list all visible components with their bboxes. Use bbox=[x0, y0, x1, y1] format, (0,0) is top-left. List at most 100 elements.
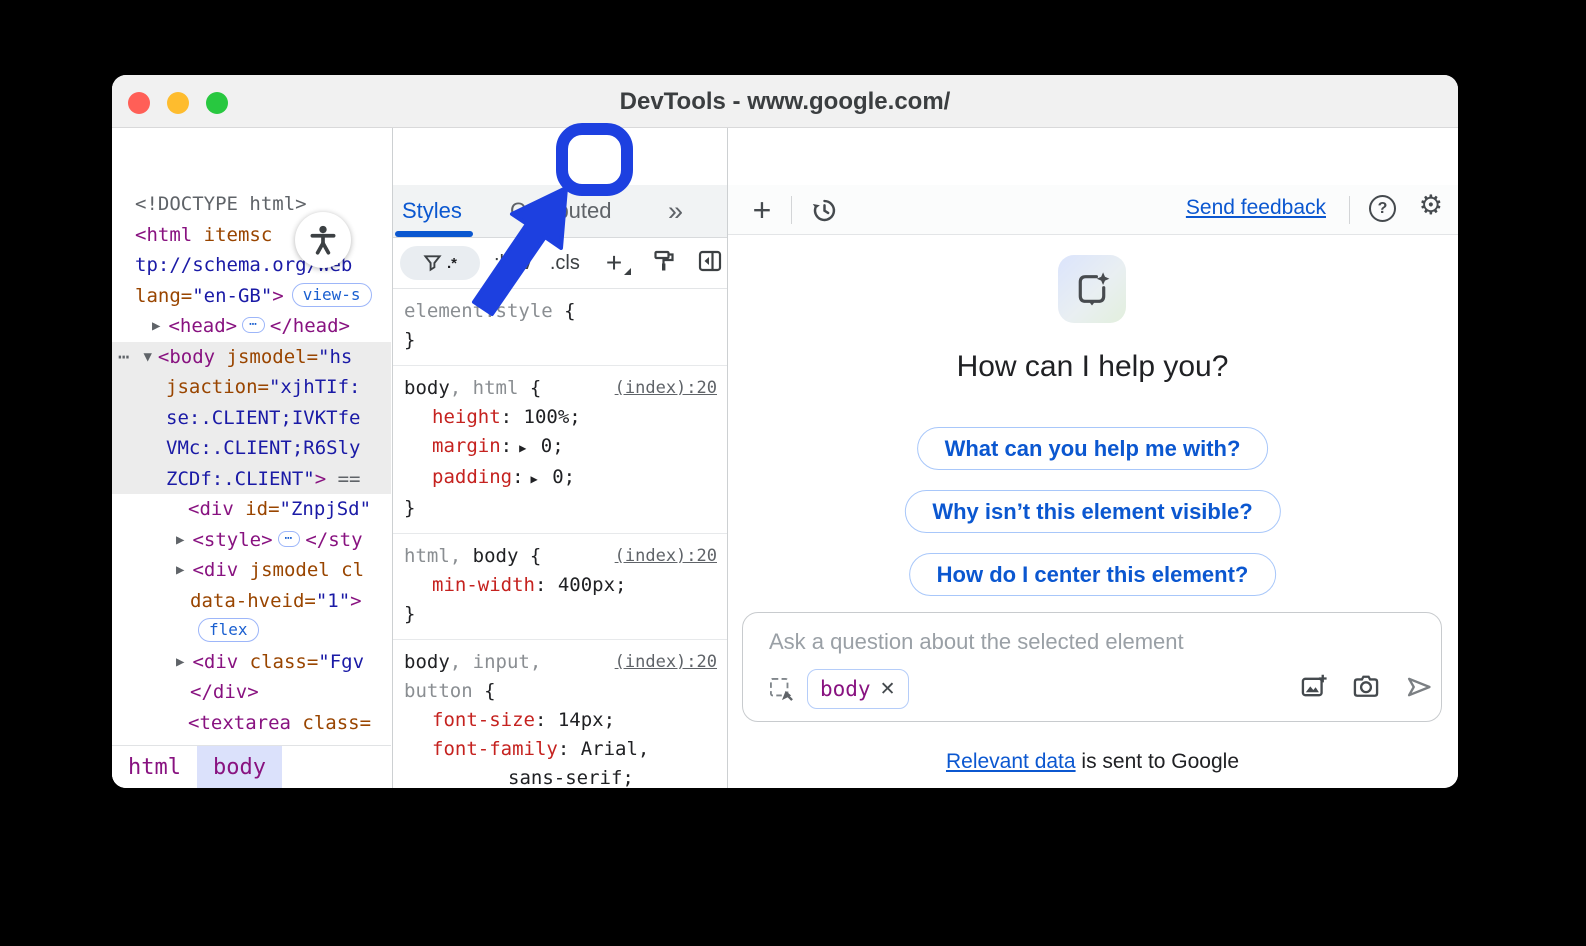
paint-brush-icon bbox=[652, 249, 676, 273]
minimize-traffic-light[interactable] bbox=[167, 92, 189, 114]
zoom-traffic-light[interactable] bbox=[206, 92, 228, 114]
screenshot-button[interactable] bbox=[1348, 669, 1384, 705]
elements-dom-line[interactable]: lang="en-GB">view-s bbox=[112, 281, 391, 312]
panel-divider[interactable] bbox=[392, 128, 393, 788]
annotation-highlight-ring bbox=[556, 123, 633, 196]
toggle-sidebar-button[interactable] bbox=[698, 250, 722, 277]
css-property-line[interactable]: height: 100%; bbox=[404, 403, 717, 432]
styles-sidebar: Styles Computed » .* :hov .cls + bbox=[392, 128, 727, 788]
regex-toggle[interactable]: .* bbox=[447, 255, 457, 272]
selected-element-chip[interactable]: body ✕ bbox=[807, 669, 909, 709]
new-style-rule-button[interactable]: + bbox=[606, 247, 622, 279]
help-button[interactable]: ? bbox=[1369, 195, 1396, 222]
toolbar-divider bbox=[791, 196, 792, 224]
elements-dom-line[interactable]: jsaction="xjhTIf: bbox=[112, 372, 391, 403]
stylesheet-source-link[interactable]: (index):20 bbox=[615, 374, 717, 403]
styles-more-tabs-button[interactable]: » bbox=[668, 185, 681, 237]
elements-panel: <!DOCTYPE html><html itemscitetp://schem… bbox=[112, 128, 392, 788]
css-selector-line[interactable]: (index):20body, html { bbox=[404, 374, 717, 403]
history-button[interactable] bbox=[809, 195, 839, 225]
format-paint-button[interactable] bbox=[652, 249, 676, 278]
window-title: DevTools - www.google.com/ bbox=[112, 75, 1458, 128]
tab-computed-label: Computed bbox=[510, 198, 612, 224]
elements-dom-line[interactable]: VMc:.CLIENT;R6Sly bbox=[112, 433, 391, 464]
ai-prompt-input[interactable]: Ask a question about the selected elemen… bbox=[742, 612, 1442, 722]
elements-dom-line[interactable]: ▶<div jsmodel cl bbox=[112, 555, 391, 586]
elements-dom-line[interactable]: se:.CLIENT;IVKTfe bbox=[112, 403, 391, 434]
accessibility-cursor-overlay bbox=[295, 212, 351, 268]
help-icon: ? bbox=[1369, 195, 1396, 222]
css-property-line[interactable]: padding:▶ 0; bbox=[404, 463, 717, 494]
camera-icon bbox=[1352, 673, 1380, 701]
css-property-line[interactable]: font-family: Arial, bbox=[404, 735, 717, 764]
ai-assistance-panel: + Send feedback ? ⚙ bbox=[727, 128, 1458, 788]
filter-styles-control[interactable]: .* bbox=[400, 246, 480, 280]
css-rule: (index):20body, html {height: 100%;margi… bbox=[392, 366, 727, 534]
ai-settings-button[interactable]: ⚙ bbox=[1419, 192, 1443, 219]
elements-dom-line[interactable]: <div id="ZnpjSd" bbox=[112, 494, 391, 525]
suggestion-why-not-visible[interactable]: Why isn’t this element visible? bbox=[904, 490, 1280, 533]
css-rule: (index):20html, body {min-width: 400px;} bbox=[392, 534, 727, 640]
toolbar-divider bbox=[1349, 196, 1350, 224]
elements-dom-line[interactable]: <textarea class= bbox=[112, 708, 391, 739]
chip-remove-icon[interactable]: ✕ bbox=[880, 678, 896, 701]
send-button[interactable] bbox=[1401, 669, 1437, 705]
devtools-window: DevTools - www.google.com/ Elements bbox=[112, 75, 1458, 788]
elements-dom-line[interactable]: ▶<div class="Fgv bbox=[112, 647, 391, 678]
css-property-line[interactable]: sans-serif; bbox=[404, 764, 717, 788]
elements-dom-line[interactable]: <!DOCTYPE html> bbox=[112, 189, 391, 220]
panel-divider[interactable] bbox=[727, 128, 728, 788]
breadcrumb-html[interactable]: html bbox=[112, 746, 197, 789]
hover-state-toggle[interactable]: :hov bbox=[494, 252, 532, 275]
css-selector-line[interactable]: element.style { bbox=[404, 297, 717, 326]
tab-styles[interactable]: Styles bbox=[402, 185, 462, 237]
select-element-button[interactable] bbox=[770, 678, 793, 701]
css-selector-line[interactable]: (index):20html, body { bbox=[404, 542, 717, 571]
disclosure-text: is sent to Google bbox=[1076, 750, 1239, 773]
css-property-line[interactable]: } bbox=[404, 326, 717, 355]
data-disclosure-note: Relevant data is sent to Google bbox=[727, 750, 1458, 774]
breadcrumb: html body bbox=[112, 745, 391, 788]
class-toggle[interactable]: .cls bbox=[550, 252, 580, 275]
css-rules-list: element.style {}(index):20body, html {he… bbox=[392, 289, 727, 788]
breadcrumb-body[interactable]: body bbox=[197, 746, 282, 789]
tab-styles-underline bbox=[395, 231, 473, 237]
elements-dom-line[interactable]: data-hveid="1"> bbox=[112, 586, 391, 617]
dom-tree: <!DOCTYPE html><html itemscitetp://schem… bbox=[112, 185, 391, 745]
titlebar: DevTools - www.google.com/ bbox=[112, 75, 1458, 128]
accessibility-person-icon bbox=[306, 223, 340, 257]
ai-panel-toolbar: + Send feedback ? ⚙ bbox=[727, 185, 1458, 235]
send-feedback-link[interactable]: Send feedback bbox=[1186, 196, 1326, 220]
stylesheet-source-link[interactable]: (index):20 bbox=[615, 648, 717, 677]
styles-toolbar: .* :hov .cls + bbox=[392, 238, 727, 289]
css-property-line[interactable]: margin:▶ 0; bbox=[404, 432, 717, 463]
elements-dom-line[interactable]: ▶<style>⋯</sty bbox=[112, 525, 391, 556]
elements-dom-line[interactable]: </div> bbox=[112, 677, 391, 708]
more-tabs-icon: » bbox=[668, 196, 681, 227]
elements-dom-line[interactable]: tp://schema.org/Web bbox=[112, 250, 391, 281]
new-chat-button[interactable]: + bbox=[745, 193, 779, 227]
sidebar-toggle-icon bbox=[698, 250, 722, 272]
css-property-line[interactable]: } bbox=[404, 600, 717, 629]
elements-dom-line[interactable]: ▶<head>⋯</head> bbox=[112, 311, 391, 342]
elements-dom-line[interactable]: ZCDf:.CLIENT"> == bbox=[112, 464, 391, 495]
elements-dom-line[interactable]: ⋯▼<body jsmodel="hs bbox=[112, 342, 391, 373]
css-selector-line[interactable]: (index):20body, input,button { bbox=[404, 648, 717, 706]
suggestion-what-can-you-help[interactable]: What can you help me with? bbox=[917, 427, 1269, 470]
ai-greeting: How can I help you? bbox=[727, 350, 1458, 384]
relevant-data-link[interactable]: Relevant data bbox=[946, 750, 1076, 773]
css-property-line[interactable]: min-width: 400px; bbox=[404, 571, 717, 600]
plus-icon: + bbox=[753, 194, 772, 226]
css-property-line[interactable]: font-size: 14px; bbox=[404, 706, 717, 735]
history-icon bbox=[811, 197, 838, 224]
add-image-button[interactable] bbox=[1296, 669, 1332, 705]
elements-dom-line[interactable]: flex bbox=[112, 616, 391, 647]
css-property-line[interactable]: } bbox=[404, 494, 717, 523]
filter-icon bbox=[423, 254, 442, 272]
chip-label: body bbox=[820, 677, 871, 701]
stylesheet-source-link[interactable]: (index):20 bbox=[615, 542, 717, 571]
prompt-placeholder: Ask a question about the selected elemen… bbox=[769, 629, 1184, 655]
send-icon bbox=[1405, 673, 1433, 701]
close-traffic-light[interactable] bbox=[128, 92, 150, 114]
suggestion-how-center[interactable]: How do I center this element? bbox=[909, 553, 1277, 596]
